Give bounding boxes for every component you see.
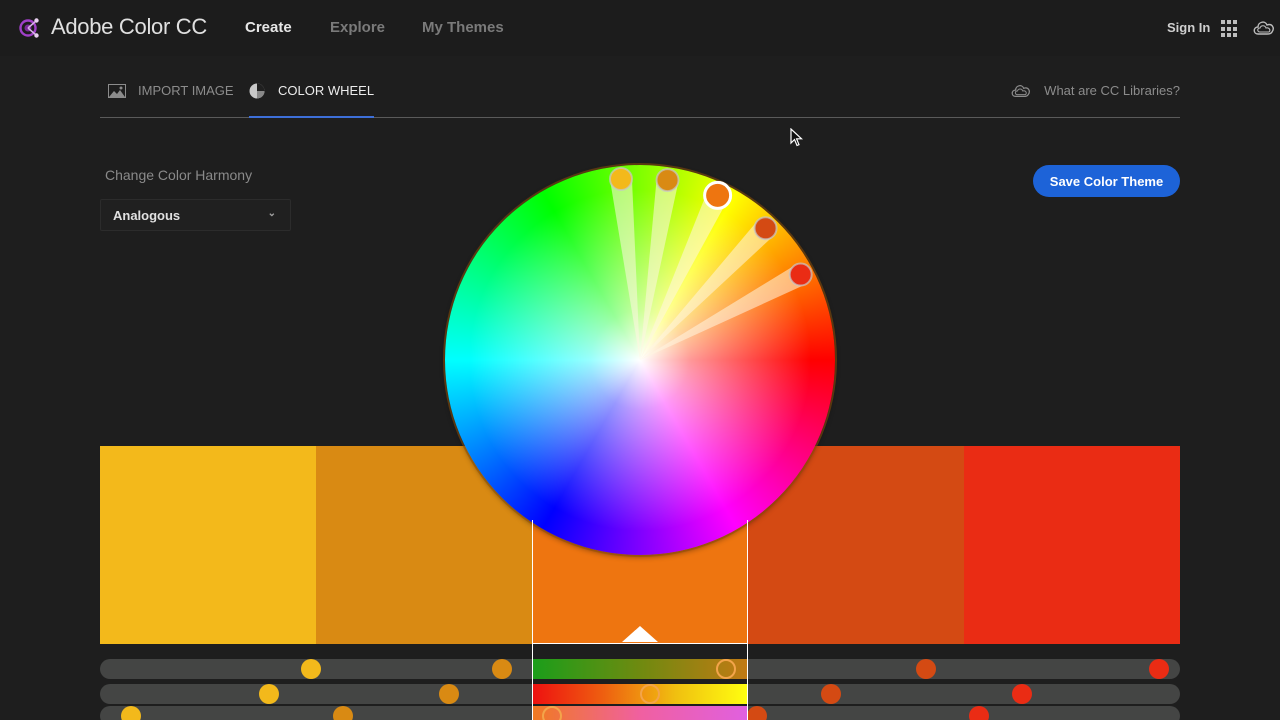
nav-create[interactable]: Create <box>245 19 292 36</box>
chevron-down-icon: ⌄ <box>267 208 276 219</box>
harmony-selected-value: Analogous <box>113 207 181 223</box>
color-wheel-icon <box>249 83 265 98</box>
color-handle[interactable] <box>788 262 813 287</box>
nav-my-themes[interactable]: My Themes <box>422 19 504 36</box>
color-swatch[interactable] <box>964 446 1180 644</box>
selected-slider-handle[interactable] <box>541 706 562 720</box>
sign-in-link[interactable]: Sign In <box>1167 20 1210 35</box>
selected-slider-handle[interactable] <box>716 659 737 679</box>
slider-handle[interactable] <box>969 706 990 720</box>
harmony-spoke <box>640 178 679 360</box>
slider-handle[interactable] <box>1149 659 1170 679</box>
slider-handle[interactable] <box>121 706 142 720</box>
creative-cloud-icon[interactable] <box>1252 17 1276 39</box>
save-color-theme-button[interactable]: Save Color Theme <box>1033 165 1180 197</box>
tab-bar: IMPORT IMAGE COLOR WHEEL What are CC Lib… <box>100 64 1180 118</box>
slider-handle[interactable] <box>333 706 354 720</box>
color-wheel[interactable] <box>445 165 835 555</box>
color-swatch[interactable] <box>100 446 316 644</box>
slider-track[interactable] <box>100 684 1180 704</box>
tab-import-image[interactable]: IMPORT IMAGE <box>108 64 234 117</box>
slider-handle[interactable] <box>1011 684 1032 704</box>
slider-track[interactable] <box>100 706 1180 720</box>
cc-libraries-link[interactable]: What are CC Libraries? <box>1010 64 1180 117</box>
app-title[interactable]: Adobe Color CC <box>51 14 207 40</box>
adobe-color-logo-icon[interactable] <box>18 16 42 40</box>
nav-explore[interactable]: Explore <box>330 19 385 36</box>
slider-handle[interactable] <box>916 659 937 679</box>
tab-color-wheel[interactable]: COLOR WHEEL <box>249 64 375 118</box>
color-handle[interactable] <box>655 168 680 193</box>
tab-color-wheel-label: COLOR WHEEL <box>278 83 375 98</box>
creative-cloud-icon <box>1011 84 1031 97</box>
apps-grid-icon[interactable] <box>1221 20 1239 38</box>
harmony-dropdown[interactable]: Analogous ⌄ <box>100 199 291 231</box>
slider-handle[interactable] <box>746 706 767 720</box>
harmony-spoke <box>610 177 640 360</box>
selected-swatch-arrow-icon <box>622 626 658 642</box>
selected-color-handle[interactable] <box>703 180 733 210</box>
tab-import-image-label: IMPORT IMAGE <box>138 83 234 98</box>
harmony-label: Change Color Harmony <box>105 167 253 183</box>
active-tab-indicator <box>249 116 375 118</box>
mouse-cursor-icon <box>790 128 804 147</box>
cc-libraries-label: What are CC Libraries? <box>1044 83 1180 98</box>
slider-handle[interactable] <box>259 684 279 704</box>
color-handle[interactable] <box>608 166 633 191</box>
slider-handle[interactable] <box>492 659 513 679</box>
slider-handle[interactable] <box>439 684 460 704</box>
selected-slider-gradient[interactable] <box>532 706 748 720</box>
slider-track[interactable] <box>100 659 1180 679</box>
image-icon <box>108 83 126 98</box>
color-wheel-markers <box>608 166 813 360</box>
color-handle[interactable] <box>753 216 778 241</box>
slider-handle[interactable] <box>820 684 841 704</box>
selected-slider-handle[interactable] <box>639 684 660 704</box>
slider-handle[interactable] <box>301 659 322 679</box>
top-bar: Adobe Color CC Create Explore My Themes … <box>0 0 1280 56</box>
